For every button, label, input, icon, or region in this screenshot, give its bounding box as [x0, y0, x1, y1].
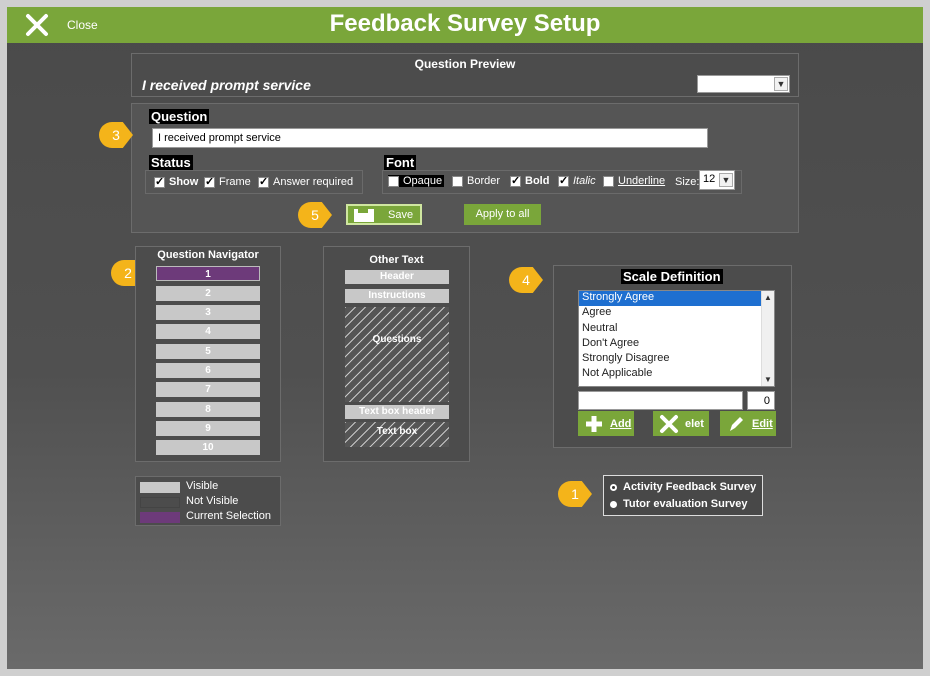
size-label: Size:	[675, 176, 700, 188]
nav-item-9[interactable]: 9	[156, 421, 260, 436]
opaque-checkbox[interactable]: Opaque	[388, 175, 445, 187]
frame-checkbox[interactable]: Frame	[204, 175, 251, 188]
checkbox-icon[interactable]	[154, 175, 165, 188]
title-bar: Close Feedback Survey Setup	[7, 7, 923, 43]
radio-icon[interactable]	[610, 500, 617, 508]
list-item[interactable]: Strongly Disagree	[579, 352, 774, 367]
survey-selector: Activity Feedback Survey Tutor evaluatio…	[603, 475, 763, 516]
legend-swatch-current	[140, 512, 180, 523]
nav-item-1[interactable]: 1	[156, 266, 260, 281]
scroll-up-icon[interactable]: ▲	[764, 293, 772, 302]
navigator-title: Question Navigator	[157, 249, 259, 261]
nav-item-7[interactable]: 7	[156, 382, 260, 397]
survey-option-activity[interactable]: Activity Feedback Survey	[610, 481, 756, 493]
scroll-down-icon[interactable]: ▼	[764, 375, 772, 384]
instructions-item[interactable]: Instructions	[345, 289, 449, 303]
questions-area[interactable]: Questions	[345, 307, 449, 402]
apply-to-all-button[interactable]: Apply to all	[464, 204, 541, 225]
plus-icon	[586, 415, 602, 432]
chevron-down-icon[interactable]: ▼	[774, 77, 788, 91]
scale-definition-panel: Scale Definition Strongly Agree Agree Ne…	[553, 265, 792, 448]
answer-required-checkbox[interactable]: Answer required	[258, 175, 353, 188]
font-size-select[interactable]: 12 ▼	[699, 170, 735, 190]
legend-not-visible-label: Not Visible	[186, 495, 239, 507]
font-label: Font	[384, 155, 417, 170]
show-checkbox[interactable]: Show	[154, 175, 198, 188]
list-item[interactable]: Don't Agree	[579, 337, 774, 352]
callout-badge-3: 3	[99, 122, 133, 148]
callout-badge-1: 1	[558, 481, 592, 507]
question-input[interactable]: I received prompt service	[152, 128, 708, 148]
window-title: Feedback Survey Setup	[329, 10, 601, 37]
callout-badge-4: 4	[509, 267, 543, 293]
edit-button[interactable]: Edit	[720, 411, 776, 436]
checkbox-icon[interactable]	[452, 175, 463, 187]
app-window: Close Feedback Survey Setup Question Pre…	[7, 7, 923, 669]
legend-swatch-visible	[140, 482, 180, 493]
checkbox-icon[interactable]	[510, 174, 521, 187]
other-text-title: Other Text	[369, 254, 424, 266]
legend-swatch-not-visible	[140, 497, 180, 508]
text-box-header-item[interactable]: Text box header	[345, 405, 449, 419]
nav-item-3[interactable]: 3	[156, 305, 260, 320]
add-button[interactable]: Add	[578, 411, 634, 436]
pencil-icon	[730, 416, 743, 431]
nav-item-2[interactable]: 2	[156, 286, 260, 301]
checkbox-icon[interactable]	[258, 175, 269, 188]
list-item[interactable]: Not Applicable	[579, 367, 774, 382]
question-preview-text: I received prompt service	[142, 77, 311, 93]
radio-icon[interactable]	[610, 483, 617, 491]
legend-visible-label: Visible	[186, 480, 219, 492]
survey-option-tutor[interactable]: Tutor evaluation Survey	[610, 498, 748, 510]
scale-label-input[interactable]	[578, 391, 743, 410]
nav-item-10[interactable]: 10	[156, 440, 260, 455]
question-edit-panel: Question I received prompt service Statu…	[131, 103, 799, 233]
question-navigator: Question Navigator 1 2 3 4 5 6 7 8 9 10	[135, 246, 281, 462]
checkbox-icon[interactable]	[204, 175, 215, 188]
nav-item-4[interactable]: 4	[156, 324, 260, 339]
question-label: Question	[149, 109, 210, 124]
checkbox-icon[interactable]	[603, 175, 614, 187]
list-item[interactable]: Neutral	[579, 322, 774, 337]
checkbox-icon[interactable]	[558, 174, 569, 187]
legend-current-label: Current Selection	[186, 510, 271, 522]
list-item[interactable]: Strongly Agree	[579, 291, 774, 307]
scale-score-input[interactable]: 0	[747, 391, 775, 410]
italic-checkbox[interactable]: Italic	[558, 174, 596, 187]
border-checkbox[interactable]: Border	[452, 175, 500, 187]
underline-checkbox[interactable]: Underline	[603, 175, 665, 187]
legend: Visible Not Visible Current Selection	[135, 476, 281, 526]
delete-icon	[660, 414, 678, 433]
nav-item-8[interactable]: 8	[156, 402, 260, 417]
preview-dropdown[interactable]: ▼	[697, 75, 790, 93]
scrollbar[interactable]: ▲ ▼	[761, 291, 774, 386]
header-item[interactable]: Header	[345, 270, 449, 284]
checkbox-icon[interactable]	[388, 175, 399, 187]
save-button[interactable]: Save	[346, 204, 422, 225]
status-label: Status	[149, 155, 193, 170]
scale-definition-title: Scale Definition	[621, 269, 723, 284]
nav-item-6[interactable]: 6	[156, 363, 260, 378]
floppy-icon	[354, 209, 374, 222]
delete-button[interactable]: elet	[653, 411, 709, 436]
scale-list[interactable]: Strongly Agree Agree Neutral Don't Agree…	[578, 290, 775, 387]
question-preview-title: Question Preview	[414, 57, 516, 71]
bold-checkbox[interactable]: Bold	[510, 174, 549, 187]
chevron-down-icon[interactable]: ▼	[719, 173, 733, 187]
question-preview-panel: Question Preview I received prompt servi…	[131, 53, 799, 97]
other-text-panel: Other Text Header Instructions Questions…	[323, 246, 470, 462]
list-item[interactable]: Agree	[579, 306, 774, 321]
nav-item-5[interactable]: 5	[156, 344, 260, 359]
text-box-item[interactable]: Text box	[345, 422, 449, 447]
